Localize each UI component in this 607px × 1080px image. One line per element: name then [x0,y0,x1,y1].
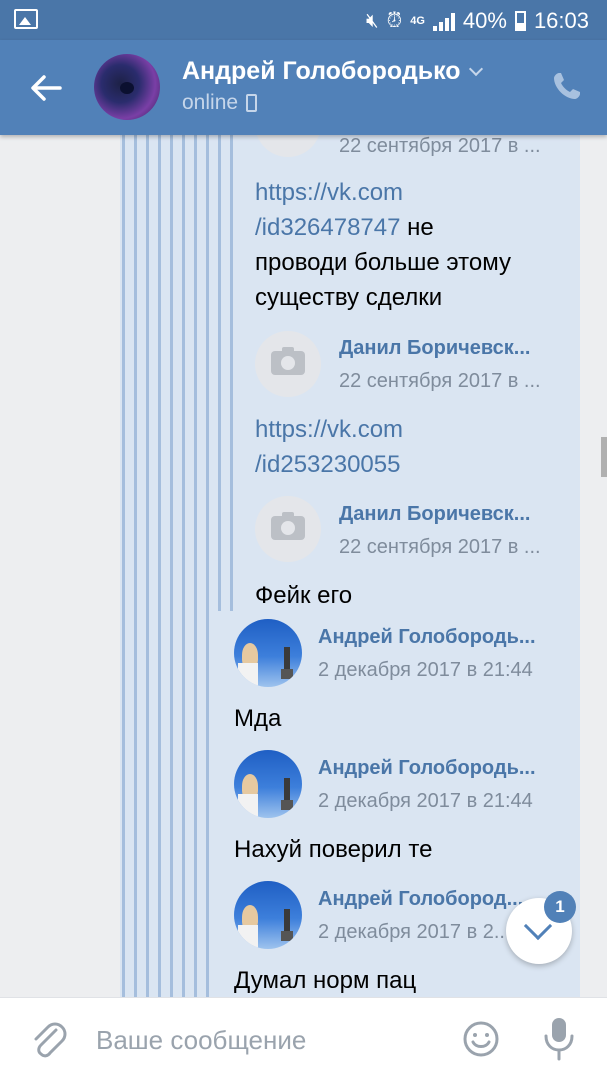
paperclip-icon[interactable] [26,1018,70,1062]
message-text: https://vk.com /id326478747 не проводи б… [255,175,565,315]
chat-header: Андрей Голобородько online [0,40,607,135]
profile-link-id[interactable]: /id253230055 [255,451,400,478]
forward-quote-line [134,135,137,997]
author-avatar-placeholder[interactable] [255,331,321,397]
status-bar: 🔇︎ ⏰︎ 4G 40% 16:03 [0,0,607,40]
author-name[interactable]: Данил Боричевск... [339,503,559,526]
presence-status: online [182,91,258,115]
alarm-icon: ⏰︎ [386,10,403,32]
battery-icon [514,11,526,31]
camera-icon [271,347,305,375]
forward-quote-line [182,135,185,997]
composer-bar [0,997,607,1080]
message-input[interactable] [96,1020,436,1060]
online-label: online [182,91,239,114]
forward-quote-line [194,135,197,997]
message-text-part: проводи больше этому [255,249,511,276]
chevron-down-icon [468,61,483,76]
message-text: Нахуй поверил те [234,836,433,863]
forward-quote-line [218,135,221,611]
status-icons: 🔇︎ ⏰︎ 4G 40% 16:03 [366,8,589,34]
network-type-label: 4G [410,14,425,27]
clock: 16:03 [533,8,589,33]
message-date: 22 сентября 2017 в ... [339,135,541,157]
profile-link[interactable]: https://vk.com [255,416,403,443]
gallery-notification-icon [14,9,38,29]
emoji-icon[interactable] [462,1020,500,1058]
author-avatar[interactable] [234,619,302,687]
author-avatar-placeholder[interactable] [255,496,321,562]
author-name[interactable]: Андрей Голобородь... [318,626,560,649]
forward-quote-line [122,135,125,997]
signal-icon [432,11,455,31]
back-arrow-icon[interactable] [28,70,64,106]
message-date: 2 декабря 2017 в 21:44 [318,790,533,812]
chat-title[interactable]: Андрей Голобородько [182,57,483,86]
contact-avatar[interactable] [94,54,160,120]
profile-link-id[interactable]: /id326478747 [255,214,400,241]
forward-quote-line [170,135,173,997]
scrollbar[interactable] [601,437,607,477]
message-text: https://vk.com /id253230055 [255,412,565,482]
author-avatar[interactable] [234,750,302,818]
battery-percent: 40% [462,8,507,33]
microphone-icon[interactable] [542,1016,576,1062]
message-area[interactable]: 22 сентября 2017 в ... https://vk.com /i… [0,135,607,997]
message-date: 2 декабря 2017 в 21:44 [318,659,533,681]
forward-quote-line [146,135,149,997]
message-text: Думал норм пац [234,967,417,994]
contact-name: Андрей Голобородько [182,57,461,85]
author-name[interactable]: Андрей Голобородь... [318,757,560,780]
unread-count-badge[interactable]: 1 [544,891,576,923]
message-date: 22 сентября 2017 в ... [339,370,541,392]
message-text: Фейк его [255,582,353,609]
message-text-part: существу сделки [255,284,443,311]
author-name[interactable]: Данил Боричевск... [339,337,559,360]
profile-link[interactable]: https://vk.com [255,179,403,206]
mobile-device-icon [246,94,258,112]
forward-quote-line [230,135,233,611]
forward-quote-line [158,135,161,997]
phone-icon[interactable] [551,70,583,102]
message-text-part: не [407,214,434,241]
author-avatar[interactable] [234,881,302,949]
camera-icon [271,512,305,540]
mute-icon: 🔇︎ [365,10,379,32]
forward-quote-line [206,135,209,997]
message-date: 22 сентября 2017 в ... [339,536,541,558]
message-text: Мда [234,705,282,732]
